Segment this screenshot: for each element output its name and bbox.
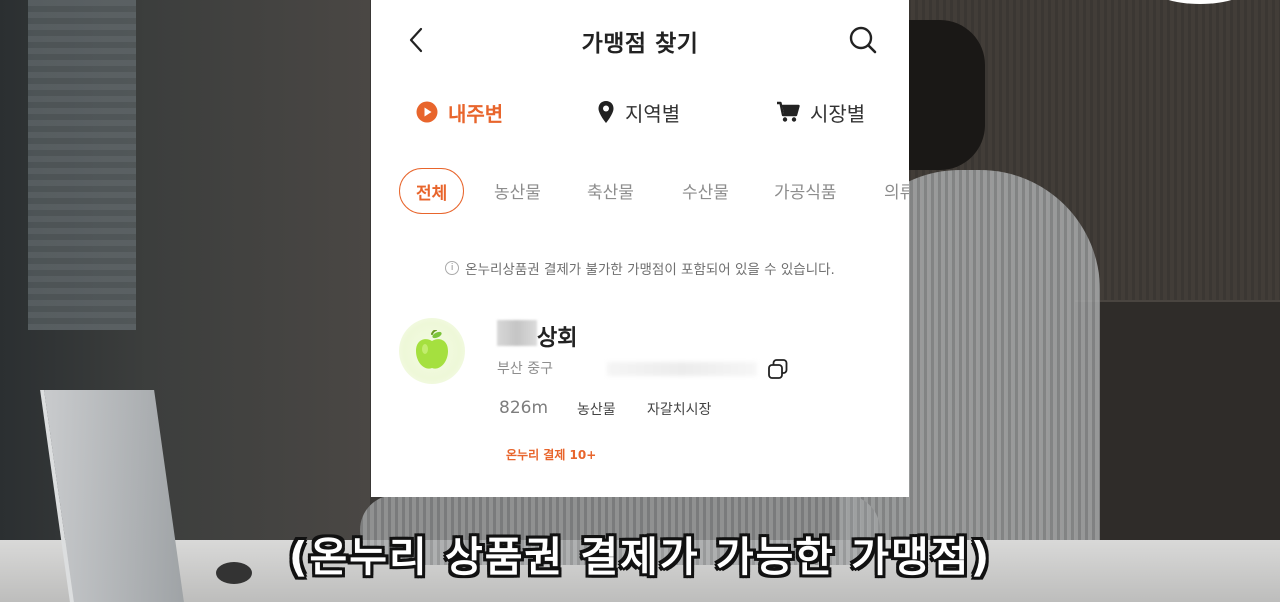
- video-subtitle: (온누리 상품권 결제가 가능한 가맹점): [288, 533, 992, 581]
- tab-region[interactable]: 지역별: [597, 92, 680, 132]
- notice-banner: i 온누리상품권 결제가 불가한 가맹점이 포함되어 있을 수 있습니다.: [371, 258, 909, 278]
- tab-nearby-label: 내주변: [448, 101, 504, 126]
- payment-badge: 온누리 결제 10+: [506, 448, 597, 462]
- store-address-redaction: [607, 362, 757, 376]
- tab-market[interactable]: 시장별: [776, 92, 865, 132]
- store-market-tag: 자갈치시장: [647, 402, 712, 418]
- category-chip-agriculture[interactable]: 농산물: [494, 168, 541, 212]
- store-distance: 826m: [499, 398, 549, 418]
- category-chip-fishery[interactable]: 수산물: [682, 168, 729, 212]
- category-chip-livestock[interactable]: 축산물: [587, 168, 634, 212]
- category-chip-processed-food[interactable]: 가공식품: [774, 168, 837, 212]
- background-window-blinds: [28, 0, 136, 330]
- play-circle-icon: [416, 101, 438, 123]
- copy-address-button[interactable]: [765, 356, 791, 382]
- tab-region-label: 지역별: [625, 101, 681, 126]
- page-title: 가맹점 찾기: [581, 31, 699, 57]
- cart-icon: [777, 101, 800, 122]
- search-button[interactable]: [845, 22, 881, 58]
- apple-icon: [416, 330, 448, 369]
- store-category-tag: 농산물: [577, 402, 616, 418]
- info-icon: i: [445, 261, 460, 275]
- view-tabs: 내주변 지역별 시장별: [371, 92, 909, 132]
- store-name-redaction: [497, 320, 537, 346]
- copy-icon: [768, 359, 788, 379]
- notice-text: 온누리상품권 결제가 불가한 가맹점이 포함되어 있을 수 있습니다.: [465, 262, 835, 278]
- tab-nearby[interactable]: 내주변: [416, 92, 503, 132]
- category-chip-clothing[interactable]: 의류: [884, 168, 909, 212]
- tab-market-label: 시장별: [810, 101, 866, 126]
- store-thumbnail: [399, 318, 465, 384]
- store-list-item[interactable]: 상회 부산 중구 826m 농산물 자갈치시장 온누리 결제 10+: [371, 310, 909, 480]
- store-address: 부산 중구: [497, 361, 553, 377]
- app-header: 가맹점 찾기: [371, 0, 909, 80]
- search-icon: [849, 26, 877, 54]
- map-pin-icon: [598, 101, 614, 123]
- category-chip-all[interactable]: 전체: [399, 168, 465, 214]
- category-filter: 전체 농산물 축산물 수산물 가공식품 의류: [371, 168, 909, 216]
- person-head: [905, 20, 985, 170]
- store-finder-screen: 가맹점 찾기 내주변 지역별 시장별 전체 농산물 축산물 수산물 가공식품 의…: [371, 0, 909, 497]
- store-name: 상회: [537, 326, 578, 351]
